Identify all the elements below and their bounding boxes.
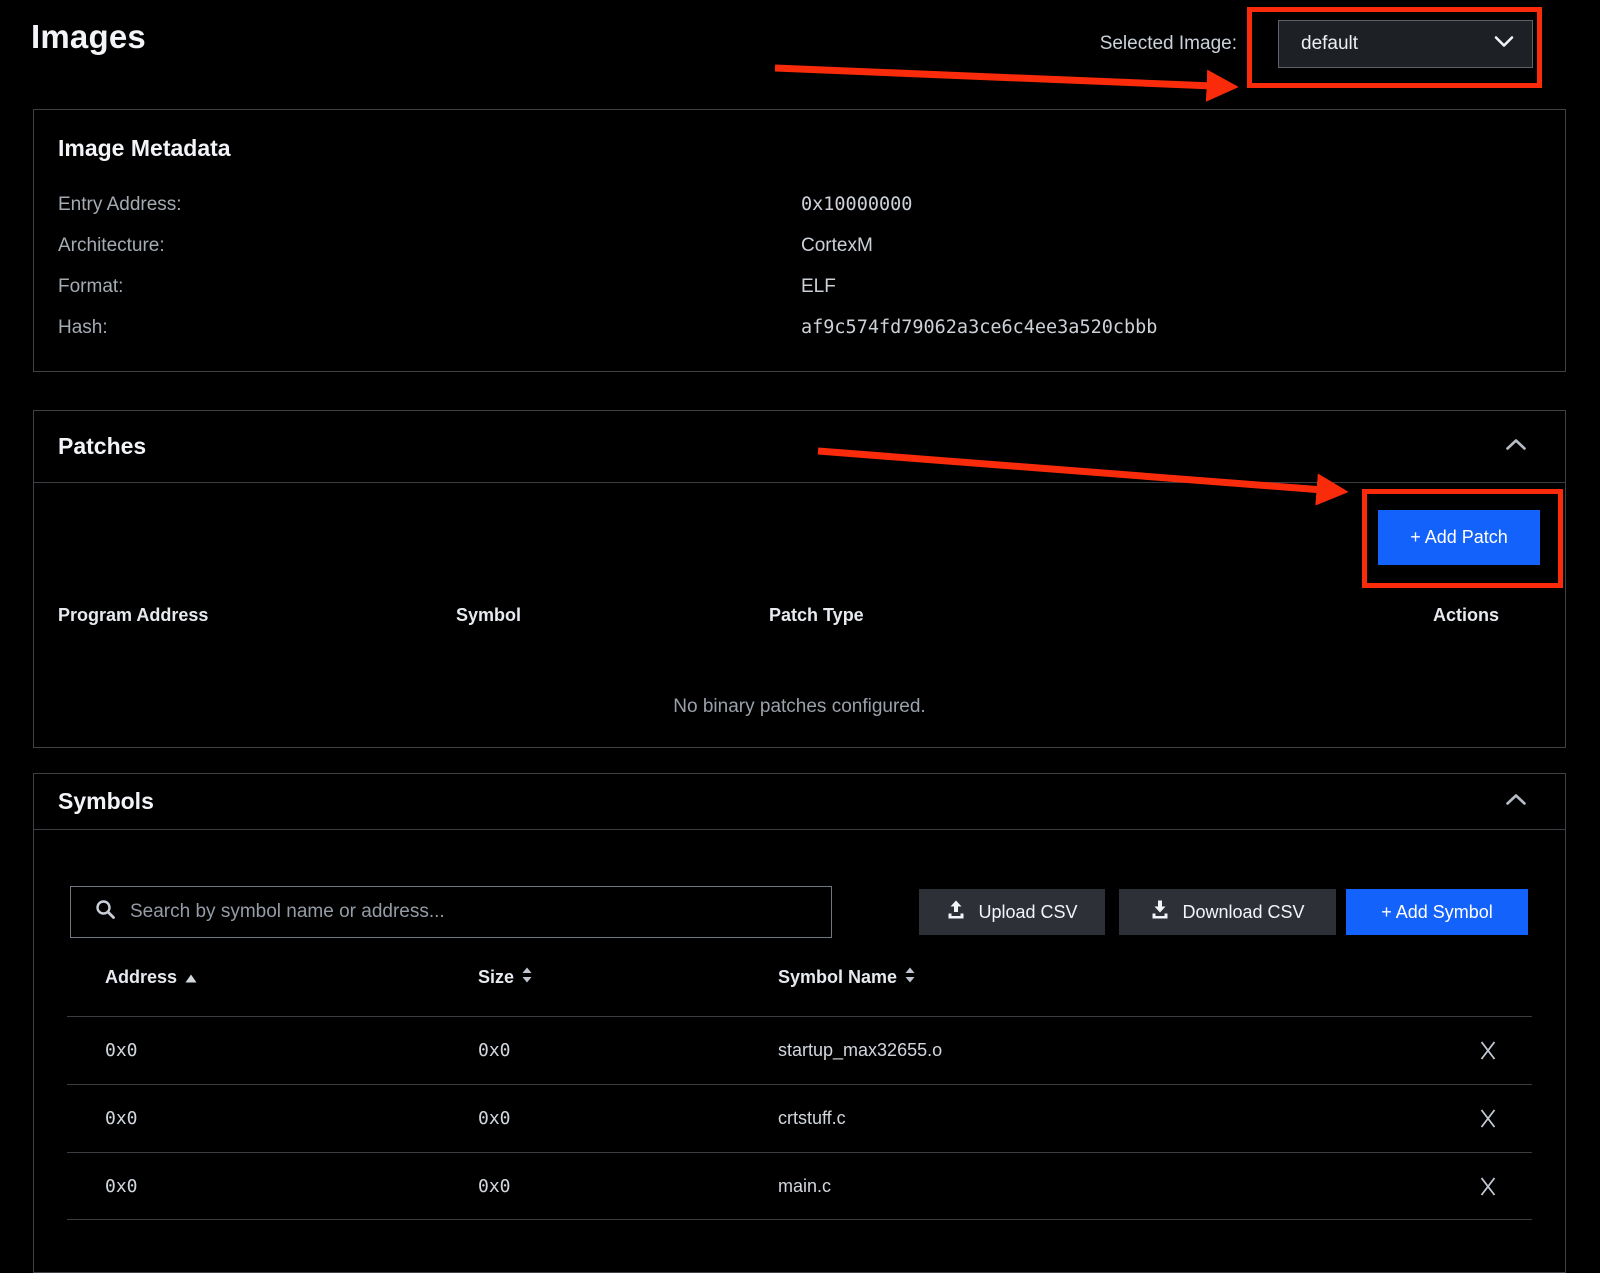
download-icon — [1150, 900, 1170, 925]
col-actions: Actions — [1339, 605, 1499, 626]
row-symbol-name: startup_max32655.o — [738, 1040, 1444, 1061]
sort-both-icon — [522, 967, 532, 988]
symbol-search-input[interactable] — [130, 901, 815, 923]
chevron-up-icon[interactable] — [1505, 437, 1527, 457]
chevron-up-icon[interactable] — [1505, 792, 1527, 812]
delete-symbol-button[interactable] — [1473, 1170, 1503, 1203]
sort-address-header[interactable]: Address — [105, 967, 197, 988]
download-csv-button[interactable]: Download CSV — [1119, 889, 1336, 935]
symbols-toolbar: Upload CSV Download CSV + Add Symbol — [34, 886, 1565, 938]
row-size: 0x0 — [438, 1108, 738, 1129]
x-icon — [1479, 1117, 1497, 1132]
chevron-down-icon — [1494, 35, 1514, 53]
row-address: 0x0 — [67, 1176, 438, 1197]
row-address: 0x0 — [67, 1108, 438, 1129]
upload-icon — [946, 900, 966, 925]
symbols-table-header: Address Size Symbol Name — [67, 938, 1532, 1016]
row-address: 0x0 — [67, 1040, 438, 1061]
metadata-row: Format: ELF — [58, 266, 1541, 307]
metadata-title: Image Metadata — [58, 134, 1541, 162]
metadata-row: Entry Address: 0x10000000 — [58, 184, 1541, 225]
patches-table-header: Program Address Symbol Patch Type Action… — [34, 566, 1565, 665]
entry-address-value: 0x10000000 — [801, 194, 1541, 215]
image-metadata-card: Image Metadata Entry Address: 0x10000000… — [33, 109, 1566, 372]
row-symbol-name: main.c — [738, 1176, 1444, 1197]
x-icon — [1479, 1185, 1497, 1200]
add-patch-button[interactable]: + Add Patch — [1378, 510, 1540, 565]
sort-both-icon — [905, 967, 915, 988]
add-symbol-button[interactable]: + Add Symbol — [1346, 889, 1528, 935]
hash-label: Hash: — [58, 317, 801, 339]
architecture-value: CortexM — [801, 235, 1541, 257]
metadata-row: Architecture: CortexM — [58, 225, 1541, 266]
patches-title: Patches — [58, 433, 146, 460]
row-size: 0x0 — [438, 1040, 738, 1061]
selected-image-value: default — [1301, 33, 1358, 55]
metadata-row: Hash: af9c574fd79062a3ce6c4ee3a520cbbb — [58, 307, 1541, 348]
search-icon — [95, 899, 116, 925]
table-row: 0x0 0x0 startup_max32655.o — [67, 1016, 1532, 1084]
hash-value: af9c574fd79062a3ce6c4ee3a520cbbb — [801, 317, 1541, 338]
architecture-label: Architecture: — [58, 235, 801, 257]
format-label: Format: — [58, 276, 801, 298]
symbols-card: Symbols Upload CS — [33, 773, 1566, 1273]
table-row: 0x0 0x0 main.c — [67, 1152, 1532, 1220]
x-icon — [1479, 1049, 1497, 1064]
annotation-arrow-to-dropdown — [775, 68, 1213, 86]
patches-empty-message: No binary patches configured. — [34, 665, 1565, 748]
symbols-title: Symbols — [58, 788, 154, 815]
delete-symbol-button[interactable] — [1473, 1102, 1503, 1135]
image-selector-group: Selected Image: default — [1100, 20, 1533, 68]
table-row: 0x0 0x0 crtstuff.c — [67, 1084, 1532, 1152]
sort-size-header[interactable]: Size — [478, 967, 532, 988]
selected-image-label: Selected Image: — [1100, 33, 1237, 55]
sort-ascending-icon — [185, 967, 197, 988]
col-symbol: Symbol — [456, 605, 769, 626]
upload-csv-label: Upload CSV — [978, 902, 1077, 923]
download-csv-label: Download CSV — [1182, 902, 1304, 923]
symbol-name-column-label: Symbol Name — [778, 967, 897, 988]
row-size: 0x0 — [438, 1176, 738, 1197]
row-symbol-name: crtstuff.c — [738, 1108, 1444, 1129]
upload-csv-button[interactable]: Upload CSV — [919, 889, 1105, 935]
selected-image-dropdown[interactable]: default — [1278, 20, 1533, 68]
col-patch-type: Patch Type — [769, 605, 1339, 626]
entry-address-label: Entry Address: — [58, 194, 801, 216]
symbols-table: Address Size Symbol Name — [67, 938, 1532, 1220]
size-column-label: Size — [478, 967, 514, 988]
delete-symbol-button[interactable] — [1473, 1034, 1503, 1067]
patches-toolbar: + Add Patch — [34, 483, 1565, 566]
symbol-search-box — [70, 886, 832, 938]
address-column-label: Address — [105, 967, 177, 988]
format-value: ELF — [801, 276, 1541, 298]
sort-symbol-name-header[interactable]: Symbol Name — [778, 967, 915, 988]
col-program-address: Program Address — [58, 605, 456, 626]
page-title: Images — [31, 18, 146, 56]
patches-card: Patches + Add Patch Program Address Symb… — [33, 410, 1566, 748]
